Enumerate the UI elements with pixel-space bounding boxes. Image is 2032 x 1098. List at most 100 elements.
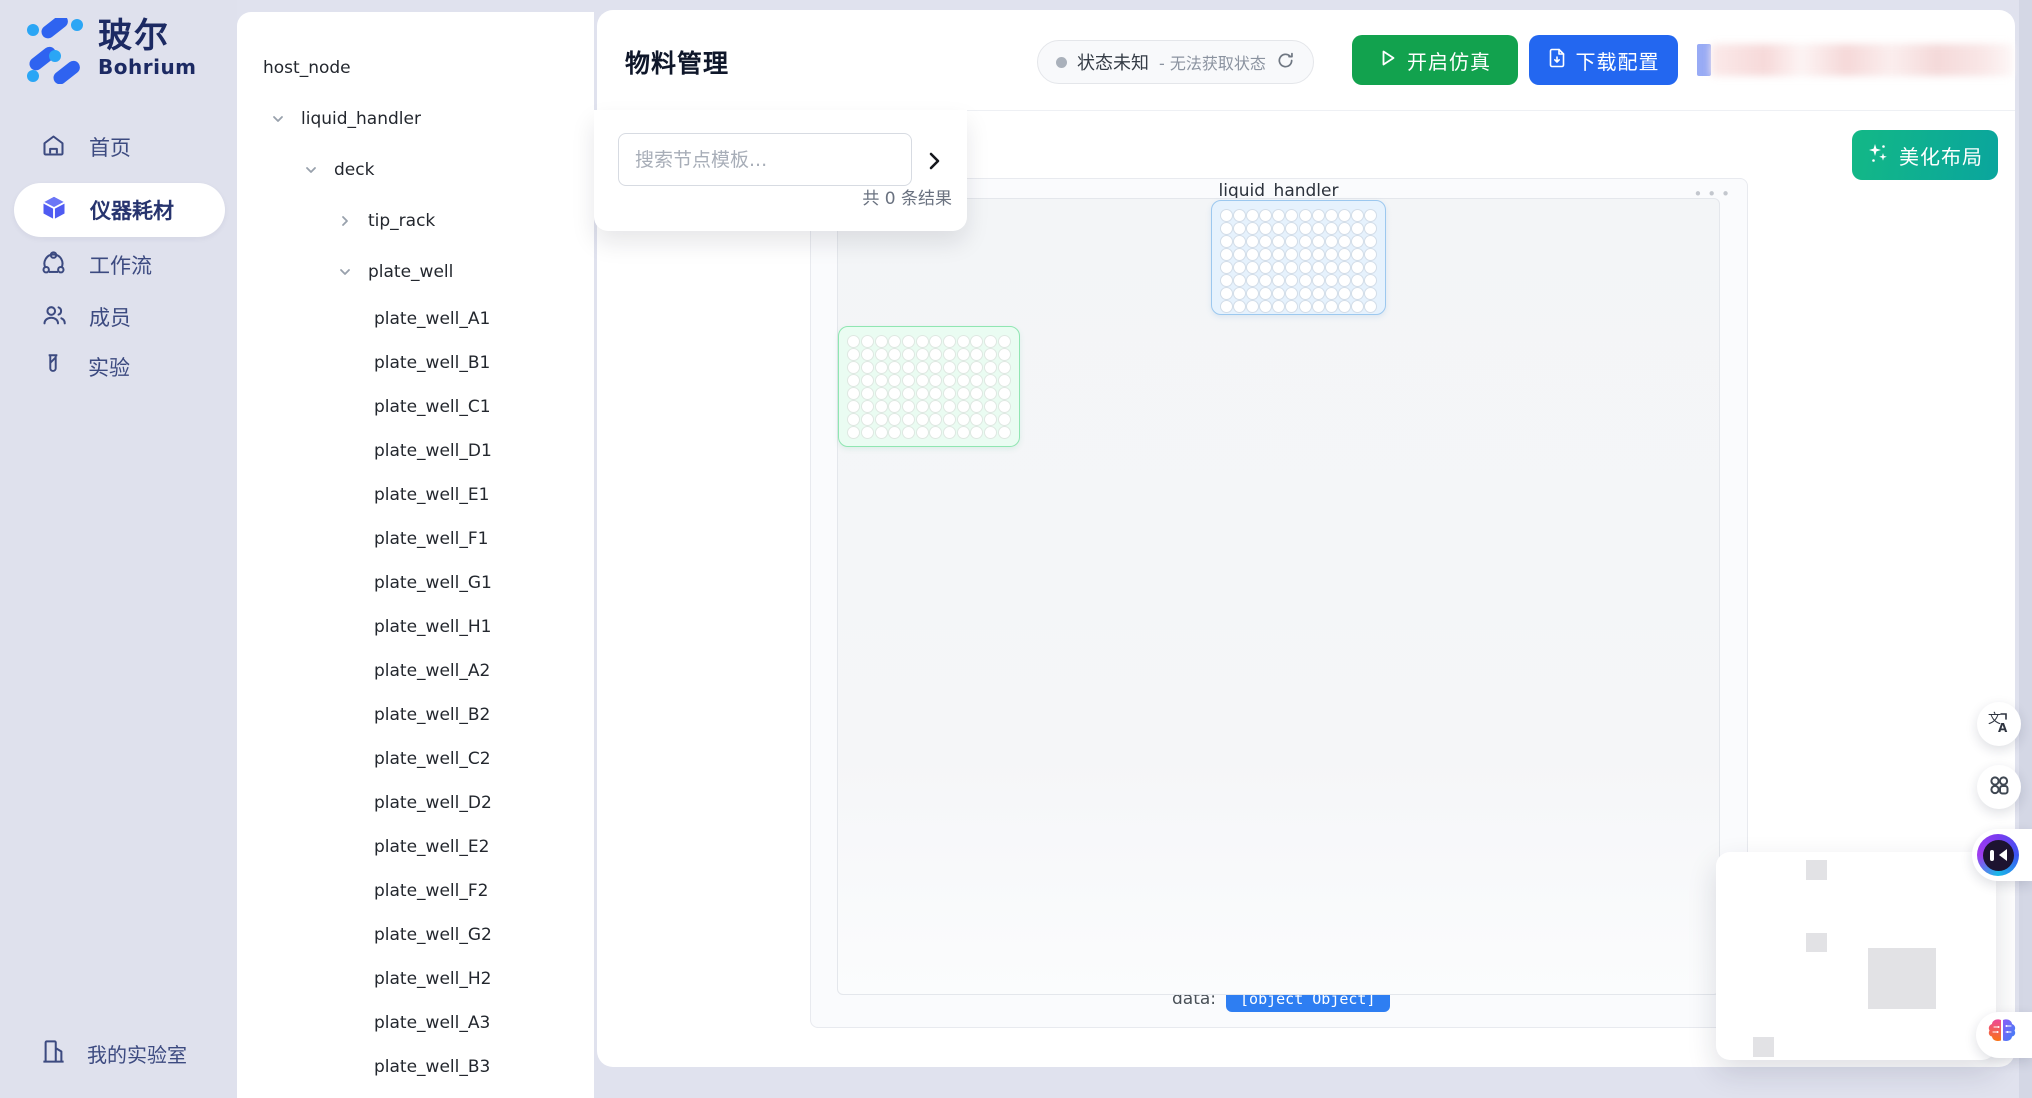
tree-item-plate_well_H1[interactable]: plate_well_H1 xyxy=(237,605,594,649)
well xyxy=(847,400,860,413)
well xyxy=(1259,261,1272,274)
tree-item-plate_well_C1[interactable]: plate_well_C1 xyxy=(237,385,594,429)
tree-item-plate_well_B3[interactable]: plate_well_B3 xyxy=(237,1045,594,1089)
tree-item-host_node[interactable]: host_node xyxy=(237,42,594,93)
tree-item-plate_well_B2[interactable]: plate_well_B2 xyxy=(237,693,594,737)
tree-item-liquid_handler[interactable]: liquid_handler xyxy=(237,93,594,144)
translate-button[interactable]: 文 A xyxy=(1977,702,2021,746)
well xyxy=(1312,235,1325,248)
tree-item-label: plate_well_C2 xyxy=(374,749,491,769)
sidebar-item-instruments[interactable]: 仪器耗材 xyxy=(14,183,225,237)
well xyxy=(1299,222,1312,235)
download-config-button[interactable]: 下载配置 xyxy=(1529,35,1678,85)
liquid-handler-node[interactable] xyxy=(837,198,1720,995)
well xyxy=(957,335,970,348)
sidebar-item-label: 成员 xyxy=(89,302,131,332)
tree-item-plate_well[interactable]: plate_well xyxy=(237,246,594,297)
well xyxy=(1325,235,1338,248)
ai-assistant-button[interactable] xyxy=(1972,829,2032,881)
tree-item-tip_rack[interactable]: tip_rack xyxy=(237,195,594,246)
status-dot-icon xyxy=(1056,57,1067,68)
well xyxy=(1338,274,1351,287)
sidebar-item-experiments[interactable]: 实验 xyxy=(14,342,225,392)
node-tree-panel: host_nodeliquid_handlerdecktip_rackplate… xyxy=(237,12,594,1098)
well xyxy=(957,387,970,400)
well xyxy=(943,426,956,439)
start-simulation-button[interactable]: 开启仿真 xyxy=(1352,35,1518,85)
well xyxy=(1272,235,1285,248)
collapse-chevron-icon[interactable] xyxy=(922,148,948,174)
well-plate-blue[interactable] xyxy=(1211,200,1386,315)
tree-item-plate_well_A2[interactable]: plate_well_A2 xyxy=(237,649,594,693)
well xyxy=(847,387,860,400)
tree-item-label: plate_well xyxy=(368,262,453,282)
well xyxy=(875,348,888,361)
tree-item-plate_well_F2[interactable]: plate_well_F2 xyxy=(237,869,594,913)
tree-item-label: plate_well_A3 xyxy=(374,1013,490,1033)
minimap-node xyxy=(1806,860,1827,880)
ai-brain-button[interactable] xyxy=(1976,1012,2032,1058)
well xyxy=(984,374,997,387)
chevron-down-icon[interactable] xyxy=(337,264,353,280)
well xyxy=(1220,287,1233,300)
tree-item-plate_well_F1[interactable]: plate_well_F1 xyxy=(237,517,594,561)
tree-item-plate_well_C2[interactable]: plate_well_C2 xyxy=(237,737,594,781)
tree-item-plate_well_D1[interactable]: plate_well_D1 xyxy=(237,429,594,473)
well xyxy=(902,374,915,387)
tree-item-plate_well_G2[interactable]: plate_well_G2 xyxy=(237,913,594,957)
tree-item-plate_well_D2[interactable]: plate_well_D2 xyxy=(237,781,594,825)
tree-item-plate_well_B1[interactable]: plate_well_B1 xyxy=(237,341,594,385)
well xyxy=(998,374,1011,387)
search-input[interactable] xyxy=(618,133,912,186)
well xyxy=(1220,300,1233,313)
beautify-layout-label: 美化布局 xyxy=(1899,141,1983,170)
well xyxy=(902,426,915,439)
chevron-right-icon[interactable] xyxy=(337,213,353,229)
apps-grid-icon xyxy=(1987,773,2011,801)
well xyxy=(902,361,915,374)
well xyxy=(861,426,874,439)
well-plate-green[interactable] xyxy=(838,326,1020,447)
well xyxy=(984,335,997,348)
chevron-down-icon[interactable] xyxy=(303,162,319,178)
sidebar-item-members[interactable]: 成员 xyxy=(14,292,225,342)
well xyxy=(1351,248,1364,261)
sidebar-item-home[interactable]: 首页 xyxy=(14,122,225,172)
sidebar-item-workflow[interactable]: 工作流 xyxy=(14,240,225,290)
tree-item-label: plate_well_A2 xyxy=(374,661,490,681)
refresh-icon[interactable] xyxy=(1276,51,1295,74)
minimap[interactable] xyxy=(1716,852,1996,1060)
beautify-layout-button[interactable]: 美化布局 xyxy=(1852,130,1998,180)
well xyxy=(888,335,901,348)
sidebar-item-my-lab[interactable]: 我的实验室 xyxy=(14,1028,225,1078)
well xyxy=(1364,248,1377,261)
well xyxy=(1246,274,1259,287)
tree-item-plate_well_A3[interactable]: plate_well_A3 xyxy=(237,1001,594,1045)
chevron-down-icon[interactable] xyxy=(270,111,286,127)
tree-item-plate_well_E1[interactable]: plate_well_E1 xyxy=(237,473,594,517)
well xyxy=(970,426,983,439)
status-badge: 状态未知 - 无法获取状态 xyxy=(1037,40,1314,84)
tree-item-plate_well_G1[interactable]: plate_well_G1 xyxy=(237,561,594,605)
members-icon xyxy=(40,302,67,333)
well xyxy=(970,413,983,426)
tree-item-plate_well_E2[interactable]: plate_well_E2 xyxy=(237,825,594,869)
apps-grid-button[interactable] xyxy=(1977,765,2021,809)
tree-item-plate_well_A1[interactable]: plate_well_A1 xyxy=(237,297,594,341)
well xyxy=(957,413,970,426)
node-tree: host_nodeliquid_handlerdecktip_rackplate… xyxy=(237,12,594,1089)
well xyxy=(943,387,956,400)
well xyxy=(1338,261,1351,274)
redacted-text-blur xyxy=(1711,44,2012,76)
well xyxy=(1351,235,1364,248)
well xyxy=(984,387,997,400)
well xyxy=(1246,222,1259,235)
tree-item-plate_well_H2[interactable]: plate_well_H2 xyxy=(237,957,594,1001)
well xyxy=(847,335,860,348)
well xyxy=(1325,274,1338,287)
well xyxy=(984,413,997,426)
well xyxy=(1312,261,1325,274)
tree-item-deck[interactable]: deck xyxy=(237,144,594,195)
well xyxy=(902,335,915,348)
page-scrollbar[interactable] xyxy=(2019,0,2032,1098)
